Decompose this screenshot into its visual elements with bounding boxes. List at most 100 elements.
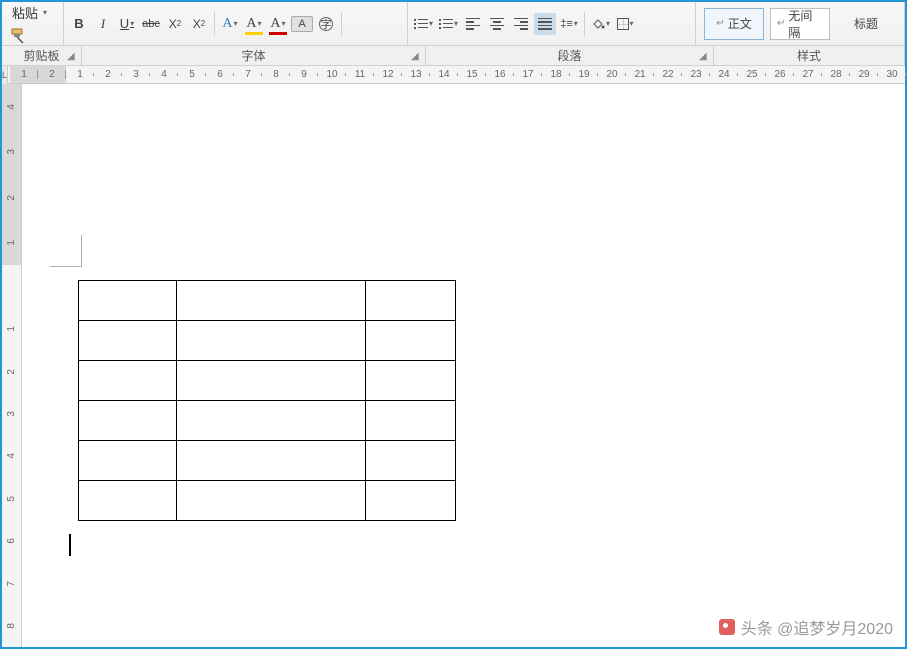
chevron-down-icon: ▾ — [258, 19, 262, 28]
watermark-text: 头条 @追梦岁月2020 — [741, 615, 893, 639]
chevron-down-icon: ▾ — [429, 19, 433, 28]
ruler-tick: 18 — [542, 69, 570, 80]
ruler-tick: 10 — [318, 69, 346, 80]
style-label: 无间隔 — [788, 7, 823, 41]
ruler-tick: 27 — [794, 69, 822, 80]
table-row[interactable] — [79, 401, 456, 441]
table-cell[interactable] — [177, 281, 366, 321]
table-row[interactable] — [79, 281, 456, 321]
chevron-down-icon: ▾ — [606, 19, 610, 28]
ruler-tick: 26 — [766, 69, 794, 80]
ruler-tick: 4 — [150, 69, 178, 80]
dialog-launcher-icon[interactable]: ◢ — [699, 51, 711, 63]
table-cell[interactable] — [79, 361, 177, 401]
align-justify-icon — [538, 18, 552, 30]
styles-group: ↵ 正文 ↵ 无间隔 标题 — [696, 2, 905, 45]
ruler-tick: 8 — [2, 605, 21, 647]
ruler-tick: 29 — [850, 69, 878, 80]
document-table[interactable] — [78, 280, 456, 521]
align-justify-button[interactable] — [534, 13, 556, 35]
table-cell[interactable] — [177, 441, 366, 481]
ruler-tick: 25 — [738, 69, 766, 80]
ribbon-toolbar: 粘贴 ▾ B I U▾ abc X2 X2 A ▾ A ▾ — [2, 2, 905, 46]
paragraph-group-label: 段落 ◢ — [426, 46, 714, 65]
ruler-tick: 7 — [2, 562, 21, 604]
ruler-tick: 2 — [38, 66, 66, 83]
style-heading[interactable]: 标题 — [836, 8, 896, 40]
document-area[interactable] — [22, 84, 905, 647]
table-row[interactable] — [79, 481, 456, 521]
style-no-spacing[interactable]: ↵ 无间隔 — [770, 8, 830, 40]
ruler-tick: 3 — [2, 129, 21, 174]
dialog-launcher-icon[interactable]: ◢ — [411, 51, 423, 63]
table-row[interactable] — [79, 441, 456, 481]
table-cell[interactable] — [79, 481, 177, 521]
line-spacing-button[interactable]: ‡≡▾ — [558, 13, 580, 35]
bullet-list-button[interactable]: ▾ — [412, 13, 435, 35]
table-row[interactable] — [79, 321, 456, 361]
strikethrough-button[interactable]: abc — [140, 13, 162, 35]
table-cell[interactable] — [366, 321, 456, 361]
table-cell[interactable] — [79, 321, 177, 361]
table-cell[interactable] — [366, 441, 456, 481]
table-cell[interactable] — [366, 481, 456, 521]
align-right-button[interactable] — [510, 13, 532, 35]
clipboard-group-label: 剪贴板 ◢ — [2, 46, 82, 65]
ruler-tick: 1 — [2, 308, 21, 350]
ruler-tick: 2 — [94, 69, 122, 80]
line-spacing-icon: ‡≡ — [560, 18, 573, 30]
underline-button[interactable]: U▾ — [116, 13, 138, 35]
superscript-button[interactable]: X2 — [188, 13, 210, 35]
shading-button[interactable]: ▾ — [589, 13, 612, 35]
paste-button[interactable]: 粘贴 ▾ — [10, 1, 49, 24]
ruler-tick: 6 — [2, 520, 21, 562]
format-painter-button[interactable] — [10, 28, 30, 47]
ruler-tick: 4 — [2, 84, 21, 129]
ruler-tick: 16 — [486, 69, 514, 80]
text-cursor — [69, 534, 71, 556]
char-shading-button[interactable]: A — [291, 16, 313, 32]
table-cell[interactable] — [177, 401, 366, 441]
horizontal-ruler[interactable]: L 12123456789101112131415161718192021222… — [2, 66, 905, 84]
ruler-tick: 13 — [402, 69, 430, 80]
ruler-tick: 2 — [2, 350, 21, 392]
table-cell[interactable] — [366, 401, 456, 441]
subscript-button[interactable]: X2 — [164, 13, 186, 35]
ruler-tick: 30 — [878, 69, 906, 80]
ruler-tick — [2, 265, 21, 307]
ruler-tick: 20 — [598, 69, 626, 80]
align-left-button[interactable] — [462, 13, 484, 35]
table-cell[interactable] — [366, 361, 456, 401]
bold-button[interactable]: B — [68, 13, 90, 35]
table-cell[interactable] — [177, 361, 366, 401]
paste-label: 粘贴 — [12, 3, 38, 22]
dialog-launcher-icon[interactable]: ◢ — [67, 51, 79, 63]
watermark: 头条 @追梦岁月2020 — [719, 615, 893, 639]
highlight-color-button[interactable]: A ▾ — [243, 13, 265, 35]
align-center-button[interactable] — [486, 13, 508, 35]
table-cell[interactable] — [366, 281, 456, 321]
table-row[interactable] — [79, 361, 456, 401]
vertical-ruler[interactable]: 432112345678 — [2, 84, 22, 647]
font-style-button[interactable]: A ▾ — [219, 13, 241, 35]
separator — [214, 12, 215, 36]
page-corner-marker — [50, 235, 82, 267]
ruler-tick: 3 — [122, 69, 150, 80]
table-cell[interactable] — [177, 321, 366, 361]
enclose-char-button[interactable]: 字 — [315, 13, 337, 35]
clipboard-group: 粘贴 ▾ — [2, 2, 64, 45]
table-cell[interactable] — [79, 401, 177, 441]
table-cell[interactable] — [79, 281, 177, 321]
chevron-down-icon: ▾ — [234, 19, 238, 28]
italic-button[interactable]: I — [92, 13, 114, 35]
font-color-button[interactable]: A ▾ — [267, 13, 289, 35]
style-normal[interactable]: ↵ 正文 — [704, 8, 764, 40]
numbered-list-button[interactable]: ▾ — [437, 13, 460, 35]
table-cell[interactable] — [79, 441, 177, 481]
table-cell[interactable] — [177, 481, 366, 521]
borders-button[interactable]: ▾ — [614, 13, 636, 35]
ruler-tick: 22 — [654, 69, 682, 80]
ruler-tick: 2 — [2, 175, 21, 220]
ruler-tick: 7 — [234, 69, 262, 80]
styles-group-label: 样式 — [714, 46, 905, 65]
